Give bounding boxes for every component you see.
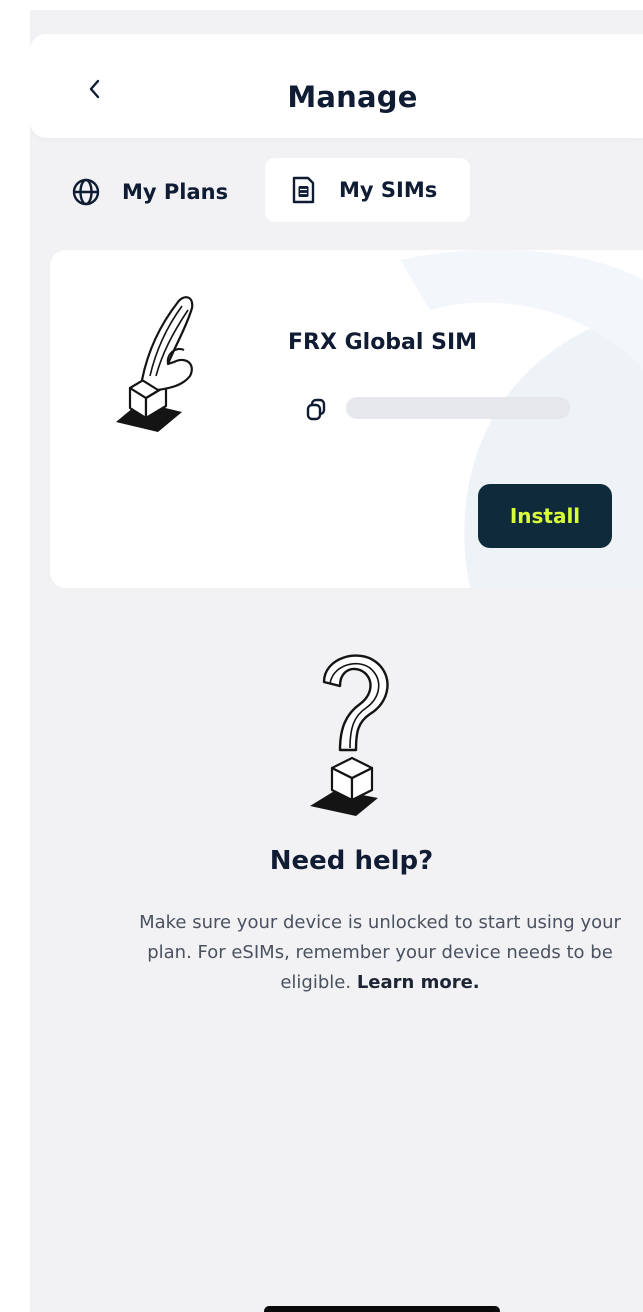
home-indicator[interactable] — [264, 1306, 500, 1312]
help-text: Make sure your device is unlocked to sta… — [120, 908, 640, 998]
tab-my-sims-label: My SIMs — [339, 178, 438, 202]
iccid-placeholder — [346, 397, 570, 419]
help-title: Need help? — [269, 846, 434, 876]
tab-my-sims[interactable]: My SIMs — [265, 158, 470, 222]
manage-screen: Manage My Plans My SIMs FRX Global SIM I… — [30, 10, 643, 1312]
sim-name: FRX Global SIM — [288, 330, 478, 355]
tab-my-plans-label: My Plans — [122, 180, 229, 204]
header-bar: Manage — [30, 34, 643, 138]
install-button[interactable]: Install — [478, 484, 612, 548]
page-title: Manage — [287, 80, 418, 114]
learn-more-link[interactable]: Learn more. — [357, 972, 480, 993]
question-mark-illustration — [310, 654, 389, 816]
globe-icon — [66, 172, 106, 212]
tab-my-plans[interactable]: My Plans — [54, 162, 254, 222]
pointing-hand-illustration — [116, 296, 194, 432]
sim-card: FRX Global SIM Install — [50, 250, 643, 588]
sim-card-icon — [283, 170, 323, 210]
copy-icon[interactable] — [304, 396, 330, 422]
